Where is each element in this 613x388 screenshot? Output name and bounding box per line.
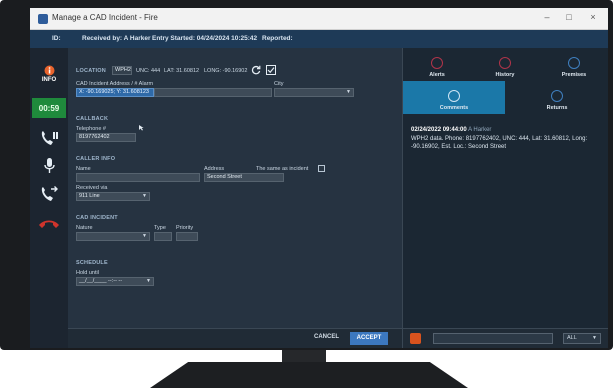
hold-until-value: __/__/____ --:-- -- <box>79 278 123 284</box>
type-field[interactable] <box>154 232 172 241</box>
name-label: Name <box>76 166 91 172</box>
maximize-button[interactable]: □ <box>562 12 576 22</box>
hold-until-label: Hold until <box>76 270 99 276</box>
premises-icon <box>568 57 580 69</box>
caller-address-field[interactable]: Second Street <box>204 173 284 182</box>
cancel-button[interactable]: CANCEL <box>314 334 339 340</box>
tab-premises[interactable]: Premises <box>539 48 608 81</box>
monitor-stand-neck <box>282 350 326 364</box>
chevron-down-icon: ▼ <box>142 193 147 199</box>
tab-alerts-label: Alerts <box>429 72 445 78</box>
priority-field[interactable] <box>176 232 198 241</box>
title-bar: Manage a CAD Incident - Fire – □ × <box>30 8 608 30</box>
caller-section-label: CALLER INFO <box>76 156 116 162</box>
info-button[interactable]: INFO <box>32 60 66 88</box>
tab-history[interactable]: History <box>471 48 539 81</box>
refresh-icon[interactable] <box>251 65 261 75</box>
app-icon <box>38 14 48 24</box>
callback-section-label: CALLBACK <box>76 116 109 122</box>
incident-address-field[interactable]: X: -90.169025; Y: 31.608123 <box>76 88 154 97</box>
hold-call-button[interactable] <box>32 124 66 152</box>
hang-up-button[interactable] <box>32 210 66 238</box>
type-label: Type <box>154 225 166 231</box>
right-panel: Alerts History Premises Comments Returns… <box>402 48 608 348</box>
incident-info-bar: ID: Received by: A Harker Entry Started:… <box>30 30 608 48</box>
nature-select[interactable]: ▼ <box>76 232 150 241</box>
entry-started: Entry Started: 04/24/2024 10:25:42 <box>152 35 258 42</box>
chevron-down-icon: ▼ <box>346 89 351 95</box>
cad-incident-section-label: CAD INCIDENT <box>76 215 118 221</box>
priority-label: Priority <box>176 225 194 231</box>
cursor-icon <box>139 125 144 131</box>
comments-icon <box>448 90 460 102</box>
phone-hold-icon <box>41 131 58 145</box>
returns-icon <box>551 90 563 102</box>
comment-timestamp: 02/24/2022 09:44:00 <box>411 127 467 133</box>
tab-history-label: History <box>495 72 515 78</box>
same-as-incident-checkbox[interactable] <box>318 165 325 172</box>
telephone-label: Telephone # <box>76 126 106 132</box>
tab-comments[interactable]: Comments <box>403 81 505 114</box>
minimize-button[interactable]: – <box>540 12 554 22</box>
monitor-bezel: Manage a CAD Incident - Fire – □ × ID: R… <box>0 0 613 350</box>
lat-value: LAT: 31.60812 <box>164 68 200 74</box>
address-label: CAD Incident Address / # Alarm <box>76 81 154 87</box>
form-footer: CANCEL ACCEPT <box>68 328 402 348</box>
same-as-incident-label: The same as incident <box>256 166 309 172</box>
city-select[interactable]: ▼ <box>274 88 354 97</box>
wph2-badge: WPH2 <box>112 66 132 75</box>
telephone-field[interactable]: 8197762402 <box>76 133 136 142</box>
comment-input[interactable] <box>433 333 553 344</box>
close-button[interactable]: × <box>586 12 600 22</box>
hold-until-picker[interactable]: __/__/____ --:-- -- ▼ <box>76 277 154 286</box>
incident-form: LOCATION WPH2 UNC: 444 LAT: 31.60812 LON… <box>68 48 402 328</box>
info-icon <box>44 65 54 76</box>
comment-filter-value: ALL <box>567 335 577 341</box>
location-section-label: LOCATION <box>76 68 106 74</box>
app-window: Manage a CAD Incident - Fire – □ × ID: R… <box>30 8 608 348</box>
alarm-field[interactable] <box>154 88 272 97</box>
call-timer: 00:59 <box>32 98 66 118</box>
tab-alerts[interactable]: Alerts <box>403 48 471 81</box>
info-label: INFO <box>41 77 57 83</box>
chevron-down-icon: ▼ <box>142 233 147 239</box>
monitor-stand-base <box>150 362 468 388</box>
long-value: LONG: -90.16902 <box>204 68 248 74</box>
tab-returns-label: Returns <box>546 105 568 111</box>
unc-value: UNC: 444 <box>136 68 161 74</box>
received-via-select[interactable]: 911 Line ▼ <box>76 192 150 201</box>
comment-text: WPH2 data. Phone: 8197762402, UNC: 444, … <box>411 135 588 151</box>
transfer-call-button[interactable] <box>32 180 66 208</box>
caller-name-field[interactable] <box>76 173 200 182</box>
chevron-down-icon: ▼ <box>592 335 597 341</box>
confirm-location-icon[interactable] <box>266 65 276 75</box>
history-icon <box>499 57 511 69</box>
mute-button[interactable] <box>32 152 66 180</box>
tab-comments-label: Comments <box>439 105 469 111</box>
accept-button[interactable]: ACCEPT <box>350 332 388 345</box>
comment-author: A Harker <box>468 127 492 133</box>
id-label: ID: <box>52 35 61 42</box>
comment-filter-select[interactable]: ALL ▼ <box>563 333 601 344</box>
record-icon[interactable] <box>410 333 421 344</box>
received-via-label: Received via <box>76 185 108 191</box>
phone-transfer-icon <box>41 186 58 201</box>
caller-address-label: Address <box>204 166 225 172</box>
tab-returns[interactable]: Returns <box>505 81 608 114</box>
alert-icon <box>431 57 443 69</box>
city-label: City <box>274 81 284 87</box>
tab-premises-label: Premises <box>561 72 587 78</box>
reported-label: Reported: <box>262 35 293 42</box>
received-by: Received by: A Harker <box>82 35 151 42</box>
nature-label: Nature <box>76 225 93 231</box>
comment-entry: 02/24/2022 09:44:00 A Harker WPH2 data. … <box>411 126 603 152</box>
hang-up-icon <box>39 220 59 228</box>
call-sidebar: INFO 00:59 <box>30 48 68 348</box>
microphone-icon <box>44 158 55 173</box>
schedule-section-label: SCHEDULE <box>76 260 108 266</box>
chevron-down-icon: ▼ <box>146 278 151 284</box>
received-via-value: 911 Line <box>79 193 100 199</box>
comment-composer: ALL ▼ <box>403 328 608 348</box>
window-title: Manage a CAD Incident - Fire <box>52 13 158 22</box>
